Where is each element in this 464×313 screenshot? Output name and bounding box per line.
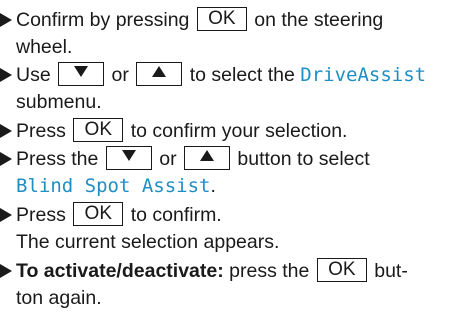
- up-triangle-icon: [199, 150, 214, 162]
- up-triangle-icon: [152, 66, 167, 78]
- step-text: Use: [16, 64, 51, 86]
- instruction-page: Confirm by pressing OK on the steering w…: [0, 0, 464, 313]
- ok-key: OK: [196, 6, 247, 31]
- step-text: to select the: [189, 64, 295, 86]
- step-text: Press: [16, 204, 66, 226]
- up-key: [183, 145, 230, 170]
- bullet-arrow-icon: [0, 13, 12, 27]
- step-text: to confirm your selection.: [130, 120, 348, 142]
- bullet-arrow-icon: [0, 124, 12, 138]
- period: .: [210, 175, 216, 197]
- step-text: Press: [16, 120, 66, 142]
- menu-name: DriveAssist: [300, 64, 427, 86]
- bullet-arrow-icon: [0, 152, 12, 166]
- up-key: [136, 61, 183, 86]
- ok-key: OK: [316, 257, 367, 282]
- step-text: press the: [229, 260, 310, 282]
- step-text: to confirm.: [130, 204, 222, 226]
- down-triangle-icon: [74, 66, 89, 78]
- step-text: but-: [374, 260, 408, 282]
- bullet-arrow-icon: [0, 68, 12, 82]
- bullet-arrow-icon: [0, 208, 12, 222]
- down-triangle-icon: [121, 150, 136, 162]
- step-text: Confirm by pressing: [16, 9, 190, 31]
- down-key: [58, 61, 105, 86]
- step-continuation: submenu.: [16, 91, 102, 113]
- step-text: Press the: [16, 148, 99, 170]
- step-text: button to select: [237, 148, 370, 170]
- step-text: or: [159, 148, 177, 170]
- step-continuation: The current selection appears.: [16, 231, 280, 253]
- bullet-arrow-icon: [0, 264, 12, 278]
- ok-key: OK: [73, 201, 124, 226]
- step-continuation: ton again.: [16, 287, 102, 309]
- step-continuation: wheel.: [16, 36, 73, 58]
- step-text: on the steering: [254, 9, 384, 31]
- step-bold-label: To activate/deactivate:: [16, 260, 224, 282]
- down-key: [105, 145, 152, 170]
- ok-key: OK: [73, 117, 124, 142]
- step-text: or: [111, 64, 129, 86]
- menu-name: Blind Spot Assist: [16, 175, 211, 197]
